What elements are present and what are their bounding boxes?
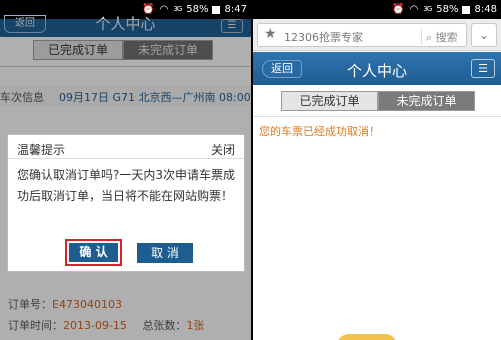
cancel-success-message: 您的车票已经成功取消！ [259, 125, 380, 138]
dialog-message: 您确认取消订单吗?一天内3次申请车票成功后取消订单，当日将不能在网站购票！ [17, 168, 236, 203]
right-screen: ⏰ ◠ 3G 58% 8:48 ★ 12306抢票专家 ⌕ 搜索 ⌄ 返回 个人… [253, 0, 501, 340]
dialog-title: 温馨提示 [17, 143, 66, 157]
dialog-divider [8, 158, 244, 159]
app-header: 返回 个人中心 ☰ [253, 52, 501, 85]
star-icon[interactable]: ★ [264, 26, 277, 42]
search-button[interactable]: ⌕ 搜索 [421, 29, 458, 45]
url-text: 12306抢票专家 [284, 31, 363, 44]
battery-icon [461, 5, 470, 14]
clock: 8:48 [474, 4, 497, 15]
cancel-button[interactable]: 取 消 [137, 243, 193, 263]
search-label: 搜索 [435, 31, 458, 44]
page-title: 个人中心 [346, 62, 407, 80]
menu-icon[interactable]: ☰ [471, 59, 495, 78]
signal-icon: 3G [423, 5, 432, 13]
tab-pending-orders[interactable]: 未完成订单 [378, 91, 475, 111]
status-bar: ⏰ ◠ 3G 58% 8:48 [253, 0, 501, 19]
alarm-icon: ⏰ [392, 3, 405, 15]
search-icon: ⌕ [426, 31, 433, 44]
bottom-decoration [337, 334, 397, 340]
divider [253, 116, 501, 117]
signal-icon: 3G [173, 5, 182, 13]
wifi-icon: ◠ [409, 3, 419, 15]
confirm-button-label: 确 认 [69, 243, 118, 262]
battery-percent: 58% [436, 4, 459, 15]
left-screen: ⏰ ◠ 3G 58% 8:47 返回 个人中心 ☰ 已完成订单 未完成订单 车次… [0, 0, 251, 340]
confirm-button[interactable]: 确 认 [65, 239, 122, 266]
order-tabs: 已完成订单 未完成订单 [281, 91, 475, 111]
dialog-close-button[interactable]: 关闭 [211, 141, 235, 158]
chevron-down-icon[interactable]: ⌄ [471, 23, 497, 47]
url-bar[interactable]: ★ 12306抢票专家 ⌕ 搜索 [257, 23, 467, 47]
tab-completed-orders[interactable]: 已完成订单 [281, 91, 378, 111]
browser-toolbar: ★ 12306抢票专家 ⌕ 搜索 ⌄ [253, 19, 501, 51]
confirm-dialog: 温馨提示 关闭 您确认取消订单吗?一天内3次申请车票成功后取消订单，当日将不能在… [7, 134, 245, 272]
